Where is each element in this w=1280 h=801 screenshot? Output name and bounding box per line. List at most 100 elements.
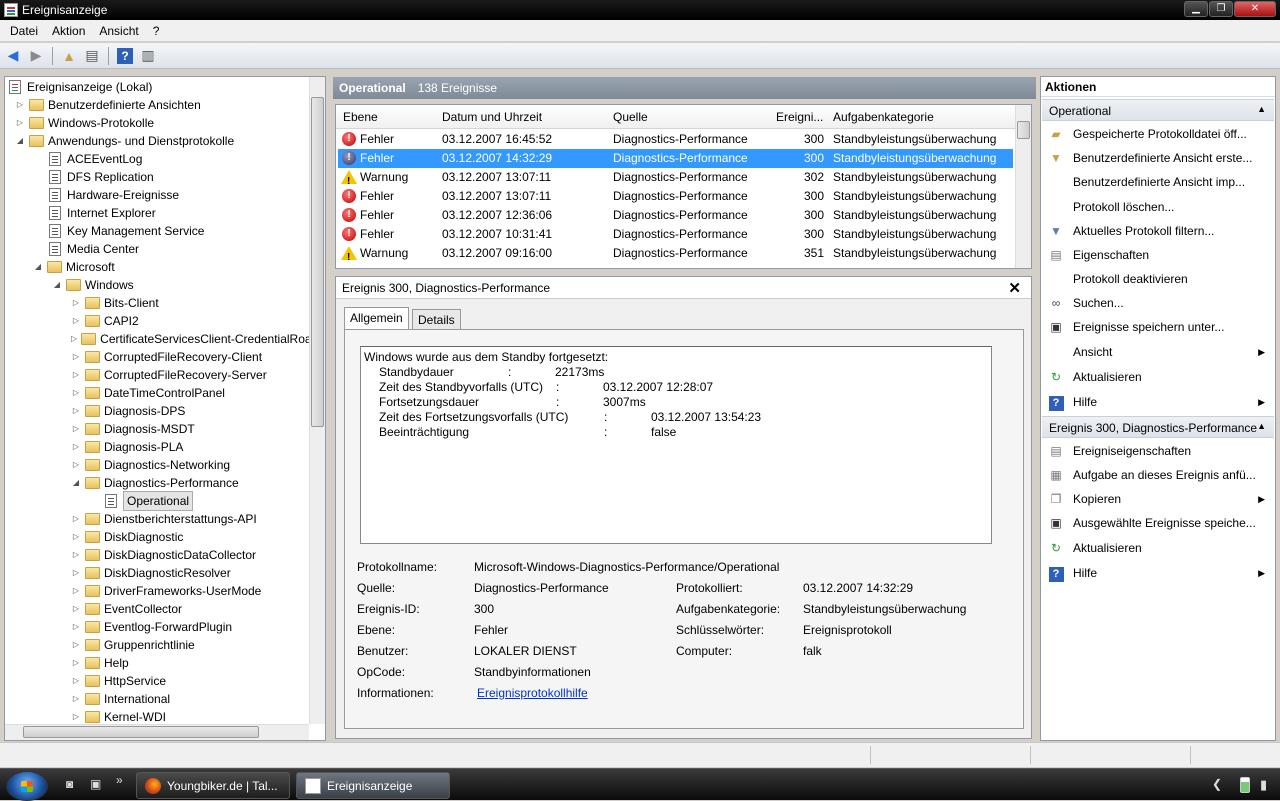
menu-view[interactable]: Ansicht (92, 24, 145, 38)
switch-windows-icon[interactable]: ▣ (90, 777, 104, 791)
tree-item-diskdiagnosticdatacollector[interactable]: ▷ DiskDiagnosticDataCollector (71, 546, 256, 564)
table-row[interactable]: ! Fehler 03.12.2007 10:31:41 Diagnostics… (338, 225, 1013, 244)
expand-icon[interactable]: ▷ (71, 334, 77, 344)
collapse-icon[interactable]: ◢ (71, 478, 81, 488)
tree-item-windows-logs[interactable]: ▷ Windows-Protokolle (15, 114, 154, 132)
tree-item-eventcollector[interactable]: ▷ EventCollector (71, 600, 182, 618)
action-clear-log[interactable]: Protokoll löschen... (1047, 196, 1271, 218)
expand-icon[interactable]: ▷ (71, 424, 81, 434)
column-source[interactable]: Quelle (613, 110, 648, 124)
tree-item-gruppenrichtlinie[interactable]: ▷ Gruppenrichtlinie (71, 636, 195, 654)
tree-item-diagnosis-pla[interactable]: ▷ Diagnosis-PLA (71, 438, 183, 456)
tree-item-custom-views[interactable]: ▷ Benutzerdefinierte Ansichten (15, 96, 201, 114)
expand-icon[interactable]: ▷ (71, 388, 81, 398)
tree-item-media-center[interactable]: Media Center (49, 240, 139, 258)
scrollbar-thumb[interactable] (1017, 121, 1030, 139)
close-button[interactable]: ✕ (1234, 1, 1276, 17)
expand-icon[interactable]: ▷ (71, 568, 81, 578)
action-event-properties[interactable]: ▤ Ereigniseigenschaften (1047, 440, 1271, 462)
tree-item-aceeventlog[interactable]: ACEEventLog (49, 150, 142, 168)
tree-item-windows[interactable]: ◢ Windows (52, 276, 134, 294)
action-view[interactable]: Ansicht ▶ (1047, 341, 1271, 363)
expand-icon[interactable]: ▷ (71, 640, 81, 650)
column-level[interactable]: Ebene (343, 110, 378, 124)
expand-icon[interactable]: ▷ (71, 352, 81, 362)
column-date[interactable]: Datum und Uhrzeit (442, 110, 542, 124)
tree-item-app-service-logs[interactable]: ◢ Anwendungs- und Dienstprotokolle (15, 132, 234, 150)
back-arrow-icon[interactable]: ◀ (3, 46, 23, 66)
taskbar-button-event-viewer[interactable]: Ereignisanzeige (296, 772, 450, 799)
column-task-category[interactable]: Aufgabenkategorie (833, 110, 934, 124)
quicklaunch-more-icon[interactable]: » (116, 773, 130, 787)
expand-icon[interactable]: ▷ (71, 622, 81, 632)
help-icon[interactable]: ? (115, 46, 135, 66)
tree-item-hardware-events[interactable]: Hardware-Ereignisse (49, 186, 179, 204)
start-button[interactable] (6, 771, 48, 801)
close-icon[interactable]: ✕ (1008, 279, 1021, 297)
forward-arrow-icon[interactable]: ▶ (26, 46, 46, 66)
tree-root[interactable]: Ereignisanzeige (Lokal) (9, 78, 152, 96)
action-filter-current-log[interactable]: ▼ Aktuelles Protokoll filtern... (1047, 220, 1271, 242)
action-disable-log[interactable]: Protokoll deaktivieren (1047, 268, 1271, 290)
tree-item-datetimecontrolpanel[interactable]: ▷ DateTimeControlPanel (71, 384, 225, 402)
tree-item-eventlog-forwardplugin[interactable]: ▷ Eventlog-ForwardPlugin (71, 618, 232, 636)
maximize-button[interactable]: ❐ (1209, 1, 1233, 17)
expand-icon[interactable]: ▷ (71, 370, 81, 380)
tree-item-driverframeworks-usermode[interactable]: ▷ DriverFrameworks-UserMode (71, 582, 261, 600)
table-row[interactable]: Warnung 03.12.2007 13:07:11 Diagnostics-… (338, 168, 1013, 191)
expand-icon[interactable]: ▷ (71, 712, 81, 722)
tree-item-certificateservicesclient[interactable]: ▷ CertificateServicesClient-CredentialRoa (71, 330, 311, 348)
expand-icon[interactable]: ▷ (71, 694, 81, 704)
show-hide-action-pane-icon[interactable]: ▥ (138, 46, 158, 66)
tree-item-diagnostics-networking[interactable]: ▷ Diagnostics-Networking (71, 456, 230, 474)
tree-item-diskdiagnostic[interactable]: ▷ DiskDiagnostic (71, 528, 183, 546)
menu-file[interactable]: Datei (3, 24, 45, 38)
show-hide-tree-icon[interactable]: ▤ (82, 46, 102, 66)
tray-expand-icon[interactable]: ❮ (1212, 777, 1222, 791)
menu-help[interactable]: ? (146, 24, 167, 38)
collapse-icon[interactable]: ◢ (15, 136, 25, 146)
action-help[interactable]: ? Hilfe ▶ (1047, 391, 1271, 413)
action-refresh-event[interactable]: ↻ Aktualisieren (1047, 537, 1271, 559)
action-refresh[interactable]: ↻ Aktualisieren (1047, 366, 1271, 388)
tree-item-key-management-service[interactable]: Key Management Service (49, 222, 204, 240)
tree-item-httpservice[interactable]: ▷ HttpService (71, 672, 166, 690)
collapse-up-icon[interactable]: ▲ (1257, 104, 1266, 114)
expand-icon[interactable]: ▷ (71, 460, 81, 470)
action-save-selected-events[interactable]: ▣ Ausgewählte Ereignisse speiche... (1047, 512, 1271, 534)
action-save-events-as[interactable]: ▣ Ereignisse speichern unter... (1047, 316, 1271, 338)
tree-item-diagnostics-performance[interactable]: ◢ Diagnostics-Performance (71, 474, 239, 492)
table-row[interactable]: ! Fehler 03.12.2007 13:07:11 Diagnostics… (338, 187, 1013, 206)
action-help-event[interactable]: ? Hilfe ▶ (1047, 562, 1271, 584)
expand-icon[interactable]: ▷ (71, 550, 81, 560)
expand-icon[interactable]: ▷ (71, 532, 81, 542)
tree-item-dfs-replication[interactable]: DFS Replication (49, 168, 154, 186)
minimize-button[interactable]: ▁ (1184, 1, 1208, 17)
expand-icon[interactable]: ▷ (71, 514, 81, 524)
tree-item-dienstberichterstattungs-api[interactable]: ▷ Dienstberichterstattungs-API (71, 510, 257, 528)
taskbar-button-browser[interactable]: Youngbiker.de | Tal... (136, 772, 290, 799)
column-event-id[interactable]: Ereigni... (776, 110, 823, 124)
tree-item-international[interactable]: ▷ International (71, 690, 170, 708)
tab-details[interactable]: Details (412, 309, 461, 331)
action-copy[interactable]: ❐ Kopieren ▶ (1047, 488, 1271, 510)
event-log-help-link[interactable]: Ereignisprotokollhilfe (477, 686, 588, 700)
tree-horizontal-scrollbar[interactable] (5, 724, 309, 740)
network-signal-icon[interactable]: ▮ (1260, 777, 1267, 793)
tab-general[interactable]: Allgemein (344, 307, 409, 331)
scrollbar-thumb[interactable] (23, 726, 259, 738)
tree-item-diagnosis-dps[interactable]: ▷ Diagnosis-DPS (71, 402, 185, 420)
action-find[interactable]: ∞ Suchen... (1047, 292, 1271, 314)
tree-item-diagnosis-msdt[interactable]: ▷ Diagnosis-MSDT (71, 420, 195, 438)
scrollbar-thumb[interactable] (311, 97, 324, 427)
action-open-saved-log[interactable]: ▰ Gespeicherte Protokolldatei öff... (1047, 123, 1271, 145)
table-row[interactable]: ! Fehler 03.12.2007 12:36:06 Diagnostics… (338, 206, 1013, 225)
tree-vertical-scrollbar[interactable] (309, 77, 325, 724)
expand-icon[interactable]: ▷ (71, 604, 81, 614)
tree-item-internet-explorer[interactable]: Internet Explorer (49, 204, 156, 222)
tree-item-corruptedfilerecovery-server[interactable]: ▷ CorruptedFileRecovery-Server (71, 366, 267, 384)
show-desktop-icon[interactable]: ◙ (66, 777, 80, 791)
actions-section-event[interactable]: Ereignis 300, Diagnostics-Performance ▲ (1042, 416, 1274, 438)
actions-section-operational[interactable]: Operational ▲ (1042, 99, 1274, 121)
action-create-custom-view[interactable]: ▼ Benutzerdefinierte Ansicht erste... (1047, 147, 1271, 169)
